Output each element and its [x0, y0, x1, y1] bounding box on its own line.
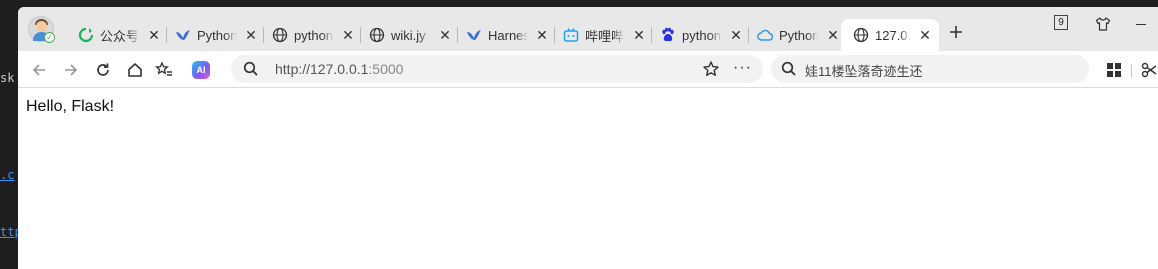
- tab-label: Python: [779, 27, 819, 43]
- close-icon[interactable]: ✕: [631, 27, 647, 44]
- page-viewport: Hello, Flask!: [18, 89, 1158, 269]
- page-content-text: Hello, Flask!: [26, 98, 115, 115]
- new-tab-button[interactable]: [946, 23, 966, 45]
- close-icon[interactable]: ✕: [146, 27, 162, 44]
- tab-python-4[interactable]: Python ✕: [749, 20, 841, 50]
- globe-icon: [853, 27, 869, 43]
- tab-count-badge[interactable]: 9: [1054, 15, 1068, 30]
- tab-bilibili[interactable]: 哔哩哔 ✕: [555, 20, 652, 50]
- tab-wechat[interactable]: 公众号 ✕: [70, 20, 167, 50]
- favorites-list-icon[interactable]: [152, 58, 176, 82]
- background-editor: sk .c ttp: [0, 0, 18, 269]
- search-box[interactable]: 娃11楼坠落奇迹生还: [771, 55, 1089, 83]
- apps-grid-icon[interactable]: [1102, 58, 1126, 82]
- address-bar[interactable]: http://127.0.0.1:5000 ···: [231, 55, 763, 83]
- tab-label: 127.0.0: [875, 27, 911, 43]
- tab-python-1[interactable]: Python ✕: [167, 20, 264, 50]
- close-icon[interactable]: ✕: [728, 27, 744, 44]
- close-icon[interactable]: ✕: [825, 27, 841, 44]
- back-button[interactable]: [27, 58, 51, 82]
- tab-python-3[interactable]: python ✕: [652, 20, 749, 50]
- ai-icon: AI: [192, 61, 210, 79]
- search-icon: [781, 61, 797, 82]
- close-icon[interactable]: ✕: [340, 27, 356, 44]
- tab-label: wiki.jy: [391, 27, 426, 43]
- tab-wiki[interactable]: wiki.jy ✕: [361, 20, 458, 50]
- forward-button[interactable]: [59, 58, 83, 82]
- star-icon[interactable]: [702, 60, 720, 83]
- tab-harness[interactable]: Harness ✕: [458, 20, 555, 50]
- tab-local-flask[interactable]: 127.0.0 ✕: [841, 19, 939, 51]
- search-query: 娃11楼坠落奇迹生还: [805, 64, 923, 79]
- tab-label: python: [294, 27, 334, 43]
- tab-label: Harness: [488, 27, 528, 43]
- green-sync-icon: [78, 27, 94, 43]
- close-icon[interactable]: ✕: [437, 27, 453, 44]
- home-button[interactable]: [123, 58, 147, 82]
- ai-assistant-button[interactable]: AI: [189, 58, 213, 82]
- more-options-icon[interactable]: ···: [733, 59, 752, 77]
- toolbar: AI http://127.0.0.1:5000 ··· 娃11楼坠落奇迹生还: [18, 51, 1158, 88]
- reload-button[interactable]: [91, 58, 115, 82]
- tab-strip: ✓ 公众号 ✕ Python ✕ python ✕ wiki.jy ✕ Harn…: [18, 7, 1158, 51]
- profile-avatar[interactable]: ✓: [28, 16, 55, 43]
- blue-bird-icon: [175, 27, 191, 43]
- globe-icon: [369, 27, 385, 43]
- scissors-icon[interactable]: [1140, 58, 1158, 82]
- browser-window: ✓ 公众号 ✕ Python ✕ python ✕ wiki.jy ✕ Harn…: [18, 7, 1158, 269]
- tab-label: Python: [197, 27, 237, 43]
- shirt-icon[interactable]: [1094, 15, 1112, 33]
- search-icon: [243, 61, 259, 82]
- cloud-icon: [757, 27, 773, 43]
- editor-line: sk: [0, 71, 15, 85]
- tab-label: 哔哩哔: [585, 28, 625, 44]
- close-icon[interactable]: ✕: [534, 27, 550, 44]
- address-url: http://127.0.0.1:5000: [275, 61, 404, 77]
- globe-icon: [272, 27, 288, 43]
- close-icon[interactable]: ✕: [917, 27, 933, 44]
- close-icon[interactable]: ✕: [243, 27, 259, 44]
- tab-label: 公众号: [100, 28, 140, 44]
- baidu-paw-icon: [660, 27, 676, 43]
- tab-python-2[interactable]: python ✕: [264, 20, 361, 50]
- check-icon: ✓: [44, 32, 55, 43]
- tab-label: python: [682, 27, 722, 43]
- editor-link: .c: [0, 168, 15, 182]
- minimize-button[interactable]: [1134, 15, 1148, 33]
- bilibili-icon: [563, 27, 579, 43]
- blue-bird-icon: [466, 27, 482, 43]
- editor-link: ttp: [0, 225, 18, 239]
